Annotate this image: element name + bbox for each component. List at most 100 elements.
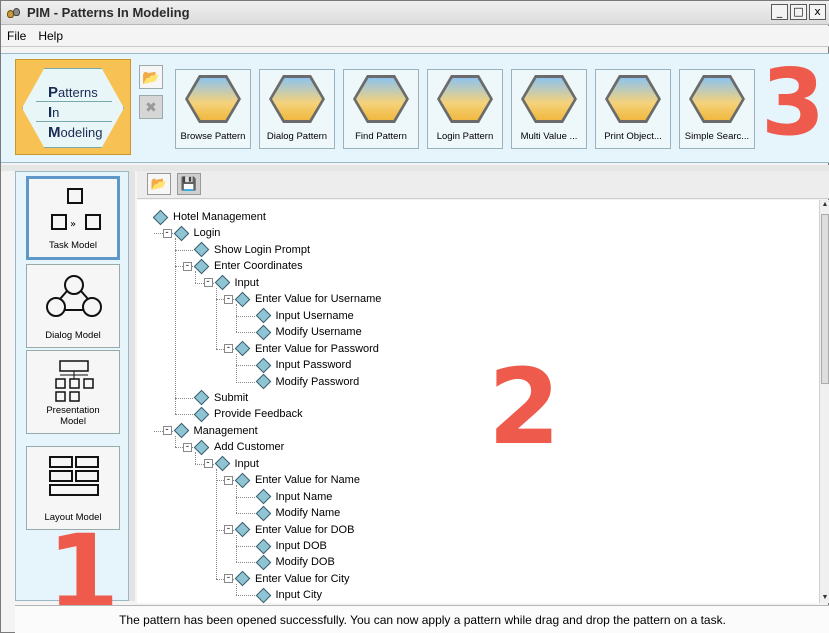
collapse-toggle-icon[interactable]: - bbox=[203, 459, 213, 469]
tree-node[interactable]: Input Name bbox=[245, 488, 332, 505]
task-diamond-icon bbox=[193, 406, 210, 423]
maximize-button[interactable]: □ bbox=[790, 4, 807, 20]
pattern-browse[interactable]: Browse Pattern bbox=[175, 69, 251, 149]
task-diamond-icon bbox=[173, 225, 189, 242]
scroll-up-arrow-icon[interactable]: ▲ bbox=[820, 200, 829, 210]
collapse-toggle-icon[interactable]: - bbox=[183, 261, 192, 271]
tree-node[interactable]: Input Username bbox=[245, 307, 354, 324]
collapse-toggle-icon[interactable]: - bbox=[203, 278, 213, 288]
tree-node[interactable]: Modify DOB bbox=[245, 554, 335, 571]
tree-node[interactable]: - Enter Value for Username bbox=[224, 291, 382, 308]
tree-node[interactable]: Hotel Management bbox=[142, 209, 266, 225]
model-label: Task Model bbox=[48, 240, 98, 251]
collapse-toggle-icon[interactable]: - bbox=[224, 294, 233, 304]
open-pattern-icon[interactable]: 📂 bbox=[139, 65, 163, 89]
tree-node[interactable]: Provide Feedback bbox=[183, 406, 303, 423]
tree-node[interactable]: Input Password bbox=[245, 357, 351, 373]
task-diamond-icon bbox=[193, 242, 210, 258]
tree-vertical-scrollbar[interactable]: ▲ ▼ bbox=[819, 200, 829, 603]
tree-node-label: Modify Password bbox=[275, 375, 360, 388]
task-model-button[interactable]: » Task Model bbox=[26, 176, 120, 260]
pattern-find[interactable]: Find Pattern bbox=[343, 69, 419, 149]
tree-connector bbox=[236, 534, 237, 563]
tree-node-label: Enter Coordinates bbox=[214, 260, 303, 273]
dialog-model-button[interactable]: Dialog Model bbox=[26, 264, 120, 348]
task-diamond-icon bbox=[255, 373, 271, 390]
task-diamond-icon bbox=[193, 258, 210, 275]
layout-model-icon bbox=[49, 456, 99, 496]
menu-file[interactable]: File bbox=[1, 29, 32, 43]
pattern-palette: Browse Pattern Dialog Pattern Find Patte… bbox=[175, 69, 755, 149]
tree-node[interactable]: Modify Password bbox=[245, 373, 360, 390]
tree-node[interactable]: - Input bbox=[203, 455, 259, 472]
tree-node-label: Input DOB bbox=[275, 540, 327, 552]
scroll-down-arrow-icon[interactable]: ▼ bbox=[820, 593, 829, 603]
app-window: PIM - Patterns In Modeling _ □ x File He… bbox=[0, 0, 829, 633]
pattern-print-object[interactable]: Print Object... bbox=[595, 69, 671, 149]
tree-node-label: Modify DOB bbox=[275, 556, 335, 569]
collapse-toggle-icon[interactable]: - bbox=[162, 426, 172, 436]
collapse-toggle-icon[interactable]: - bbox=[224, 475, 233, 485]
annotation-number-2: 2 bbox=[488, 346, 561, 468]
collapse-toggle-icon[interactable]: - bbox=[224, 574, 233, 584]
tree-node-label: Provide Feedback bbox=[214, 408, 303, 421]
task-diamond-icon bbox=[255, 357, 271, 373]
pattern-side-tools: 📂 ✖ bbox=[139, 65, 165, 131]
pattern-simple-search[interactable]: Simple Searc... bbox=[679, 69, 755, 149]
tree-node-label: Input City bbox=[275, 589, 322, 602]
task-diamond-icon bbox=[234, 340, 251, 357]
tree-node[interactable]: Input DOB bbox=[245, 538, 327, 554]
task-diamond-icon bbox=[255, 505, 271, 521]
title-bar[interactable]: PIM - Patterns In Modeling _ □ x bbox=[1, 1, 829, 25]
menu-help[interactable]: Help bbox=[32, 29, 69, 43]
collapse-toggle-icon[interactable]: - bbox=[183, 442, 192, 452]
task-diamond-icon bbox=[214, 455, 230, 472]
tree-node[interactable]: - Input bbox=[203, 275, 259, 291]
collapse-toggle-icon[interactable]: - bbox=[224, 525, 233, 535]
pattern-multi-value[interactable]: Multi Value ... bbox=[511, 69, 587, 149]
logo-initial-m: M bbox=[48, 124, 61, 141]
tree-node[interactable]: - Management bbox=[162, 423, 258, 439]
pattern-label: Dialog Pattern bbox=[266, 131, 328, 142]
tree-node[interactable]: Modify Username bbox=[245, 324, 362, 340]
tree-node[interactable]: Submit bbox=[183, 390, 248, 406]
presentation-model-button[interactable]: Presentation Model bbox=[26, 350, 120, 434]
tree-node-label: Enter Value for City bbox=[255, 572, 350, 585]
tree-node[interactable]: - Enter Coordinates bbox=[183, 258, 303, 275]
scroll-thumb[interactable] bbox=[821, 214, 829, 384]
window-title: PIM - Patterns In Modeling bbox=[27, 5, 190, 20]
tree-node-label: Enter Value for Name bbox=[255, 474, 360, 487]
tree-node[interactable]: - Enter Value for Name bbox=[224, 472, 360, 488]
vertical-splitter[interactable] bbox=[129, 171, 135, 601]
task-tree: Hotel Management - Login Show Login Prompt -… bbox=[137, 200, 819, 603]
logo-initial-p: P bbox=[48, 84, 59, 101]
tree-node-label: Submit bbox=[214, 391, 249, 404]
tree-node[interactable]: - Enter Value for City bbox=[224, 571, 350, 587]
open-file-icon[interactable]: 📂 bbox=[147, 173, 171, 195]
dialog-model-icon bbox=[46, 275, 102, 317]
tree-node[interactable]: - Enter Value for Password bbox=[224, 340, 379, 357]
tree-node[interactable]: - Login bbox=[162, 225, 221, 242]
pattern-label: Browse Pattern bbox=[180, 131, 246, 142]
pattern-login[interactable]: Login Pattern bbox=[427, 69, 503, 149]
tree-node-label: Login bbox=[193, 227, 221, 240]
tree-node-label: Enter Value for Username bbox=[255, 293, 382, 306]
collapse-toggle-icon[interactable]: - bbox=[162, 228, 172, 238]
minimize-button[interactable]: _ bbox=[771, 4, 788, 20]
tree-connector bbox=[174, 238, 176, 415]
tree-node[interactable]: Show Login Prompt bbox=[183, 242, 310, 258]
tree-node-label: Modify Username bbox=[275, 326, 362, 339]
tree-node-label: Show Login Prompt bbox=[214, 243, 310, 256]
pattern-dialog[interactable]: Dialog Pattern bbox=[259, 69, 335, 149]
tree-node[interactable]: Input City bbox=[245, 587, 322, 603]
task-diamond-icon bbox=[173, 423, 189, 439]
tree-node[interactable]: - Enter Value for DOB bbox=[224, 521, 354, 538]
close-button[interactable]: x bbox=[809, 4, 826, 20]
tree-node[interactable]: Modify Name bbox=[245, 505, 340, 521]
tree-node[interactable]: - Add Customer bbox=[183, 439, 284, 456]
tree-connector bbox=[236, 485, 237, 514]
collapse-toggle-icon[interactable]: - bbox=[224, 344, 233, 354]
task-model-icon: » bbox=[51, 188, 101, 230]
pattern-label: Find Pattern bbox=[355, 131, 407, 142]
tree-node-label: Hotel Management bbox=[173, 211, 266, 223]
